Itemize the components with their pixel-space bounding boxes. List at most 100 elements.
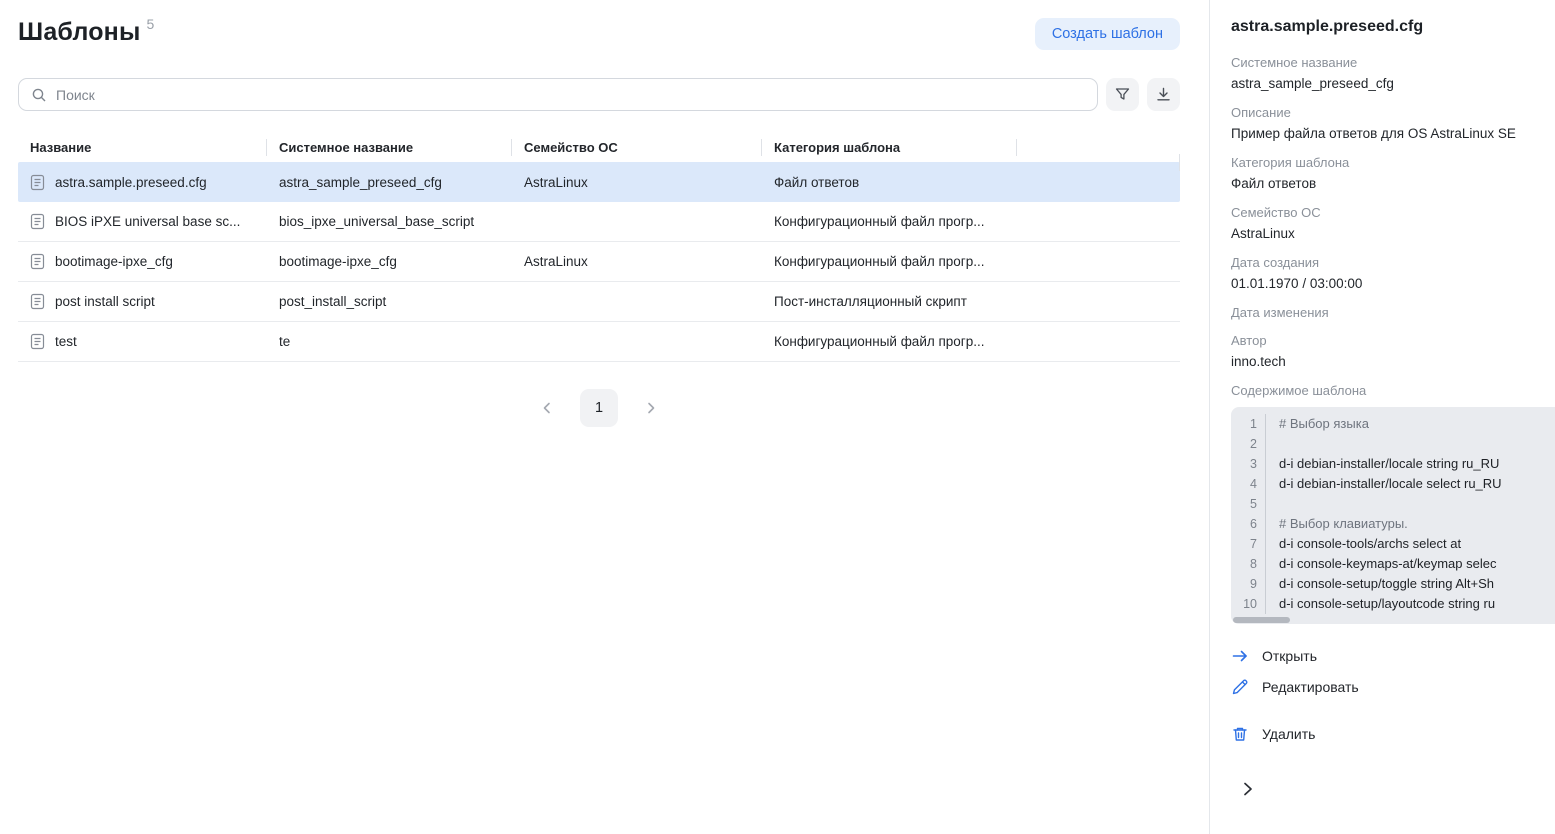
cell-os-family: AstraLinux: [512, 175, 762, 190]
table-row[interactable]: astra.sample.preseed.cfg astra_sample_pr…: [18, 162, 1180, 202]
cell-category: Файл ответов: [762, 175, 1017, 190]
search-icon: [31, 87, 47, 103]
template-content-label: Содержимое шаблона: [1231, 383, 1535, 398]
arrow-right-icon: [1231, 647, 1249, 665]
search-box: [18, 78, 1098, 111]
code-line: 9d-i console-setup/toggle string Alt+Sh: [1231, 574, 1555, 594]
table-row[interactable]: bootimage-ipxe_cfg bootimage-ipxe_cfg As…: [18, 242, 1180, 282]
pencil-icon: [1231, 678, 1249, 696]
field-category: Категория шаблона Файл ответов: [1231, 155, 1535, 192]
cell-system-name: te: [267, 334, 512, 349]
field-os-family: Семейство ОС AstraLinux: [1231, 205, 1535, 242]
cell-category: Конфигурационный файл прогр...: [762, 334, 1017, 349]
templates-main: Шаблоны 5 Создать шаблон: [0, 0, 1209, 834]
file-icon: [30, 333, 45, 350]
field-modified-date: Дата изменения: [1231, 305, 1535, 320]
chevron-right-icon: [644, 401, 658, 415]
cell-name: bootimage-ipxe_cfg: [55, 254, 173, 269]
field-author: Автор inno.tech: [1231, 333, 1535, 370]
cell-category: Конфигурационный файл прогр...: [762, 214, 1017, 229]
delete-action-label: Удалить: [1262, 726, 1315, 742]
code-line: 2: [1231, 434, 1555, 454]
column-header-os-family: Семейство ОС: [512, 133, 762, 162]
code-line: 3d-i debian-installer/locale string ru_R…: [1231, 454, 1555, 474]
open-action-label: Открыть: [1262, 648, 1317, 664]
field-value: 01.01.1970 / 03:00:00: [1231, 275, 1535, 292]
pagination-prev-button[interactable]: [536, 397, 558, 419]
details-panel: astra.sample.preseed.cfg Системное назва…: [1209, 0, 1555, 834]
code-line: 1# Выбор языка: [1231, 414, 1555, 434]
template-content-viewer[interactable]: 1# Выбор языка 2 3d-i debian-installer/l…: [1231, 407, 1555, 624]
code-line: 8d-i console-keymaps-at/keymap selec: [1231, 554, 1555, 574]
title-wrap: Шаблоны 5: [18, 18, 154, 47]
code-line: 7d-i console-tools/archs select at: [1231, 534, 1555, 554]
templates-table: Название Системное название Семейство ОС…: [18, 133, 1180, 362]
app-window: Шаблоны 5 Создать шаблон: [0, 0, 1555, 834]
details-title: astra.sample.preseed.cfg: [1231, 18, 1535, 36]
field-label: Категория шаблона: [1231, 155, 1535, 170]
table-row[interactable]: test te Конфигурационный файл прогр...: [18, 322, 1180, 362]
field-label: Автор: [1231, 333, 1535, 348]
field-system-name: Системное название astra_sample_preseed_…: [1231, 55, 1535, 92]
field-label: Системное название: [1231, 55, 1535, 70]
column-header-system-name: Системное название: [267, 133, 512, 162]
table-row[interactable]: post install script post_install_script …: [18, 282, 1180, 322]
download-icon: [1155, 86, 1172, 103]
pagination-page-1[interactable]: 1: [580, 389, 618, 427]
cell-category: Конфигурационный файл прогр...: [762, 254, 1017, 269]
page-header: Шаблоны 5 Создать шаблон: [18, 18, 1180, 62]
cell-system-name: bios_ipxe_universal_base_script: [267, 214, 512, 229]
code-line: 4d-i debian-installer/locale select ru_R…: [1231, 474, 1555, 494]
edit-action[interactable]: Редактировать: [1231, 678, 1535, 696]
code-line: 10d-i console-setup/layoutcode string ru: [1231, 594, 1555, 614]
cell-category: Пост-инсталляционный скрипт: [762, 294, 1017, 309]
field-value: Файл ответов: [1231, 175, 1535, 192]
cell-system-name: bootimage-ipxe_cfg: [267, 254, 512, 269]
field-label: Семейство ОС: [1231, 205, 1535, 220]
trash-icon: [1231, 725, 1249, 743]
file-icon: [30, 174, 45, 191]
delete-action[interactable]: Удалить: [1231, 725, 1535, 743]
file-icon: [30, 253, 45, 270]
cell-os-family: AstraLinux: [512, 254, 762, 269]
pagination-next-button[interactable]: [640, 397, 662, 419]
table-row[interactable]: BIOS iPXE universal base sc... bios_ipxe…: [18, 202, 1180, 242]
horizontal-scrollbar[interactable]: [1233, 617, 1290, 623]
collapse-panel-button[interactable]: [1237, 778, 1259, 800]
file-icon: [30, 213, 45, 230]
edit-action-label: Редактировать: [1262, 679, 1359, 695]
cell-name: BIOS iPXE universal base sc...: [55, 214, 240, 229]
field-label: Описание: [1231, 105, 1535, 120]
table-header-row: Название Системное название Семейство ОС…: [18, 133, 1180, 162]
field-created-date: Дата создания 01.01.1970 / 03:00:00: [1231, 255, 1535, 292]
field-label: Дата создания: [1231, 255, 1535, 270]
cell-system-name: post_install_script: [267, 294, 512, 309]
cell-name: astra.sample.preseed.cfg: [55, 175, 207, 190]
search-input[interactable]: [56, 87, 1085, 103]
open-action[interactable]: Открыть: [1231, 647, 1535, 665]
chevron-left-icon: [540, 401, 554, 415]
search-row: [18, 78, 1180, 111]
code-line: 5: [1231, 494, 1555, 514]
page-title: Шаблоны: [18, 18, 141, 47]
filter-button[interactable]: [1106, 78, 1139, 111]
funnel-icon: [1114, 86, 1131, 103]
field-label: Дата изменения: [1231, 305, 1535, 320]
field-description: Описание Пример файла ответов для OS Ast…: [1231, 105, 1535, 142]
cell-name: post install script: [55, 294, 155, 309]
pagination: 1: [18, 389, 1180, 427]
field-value: AstraLinux: [1231, 225, 1535, 242]
file-icon: [30, 293, 45, 310]
cell-system-name: astra_sample_preseed_cfg: [267, 175, 512, 190]
create-template-button[interactable]: Создать шаблон: [1035, 18, 1180, 50]
field-value: inno.tech: [1231, 353, 1535, 370]
chevron-right-icon: [1239, 780, 1257, 798]
cell-name: test: [55, 334, 77, 349]
column-header-category: Категория шаблона: [762, 133, 1017, 162]
field-value: astra_sample_preseed_cfg: [1231, 75, 1535, 92]
column-header-name: Название: [18, 133, 267, 162]
export-button[interactable]: [1147, 78, 1180, 111]
code-line: 6# Выбор клавиатуры.: [1231, 514, 1555, 534]
templates-count-badge: 5: [147, 16, 155, 32]
field-value: Пример файла ответов для OS AstraLinux S…: [1231, 125, 1535, 142]
